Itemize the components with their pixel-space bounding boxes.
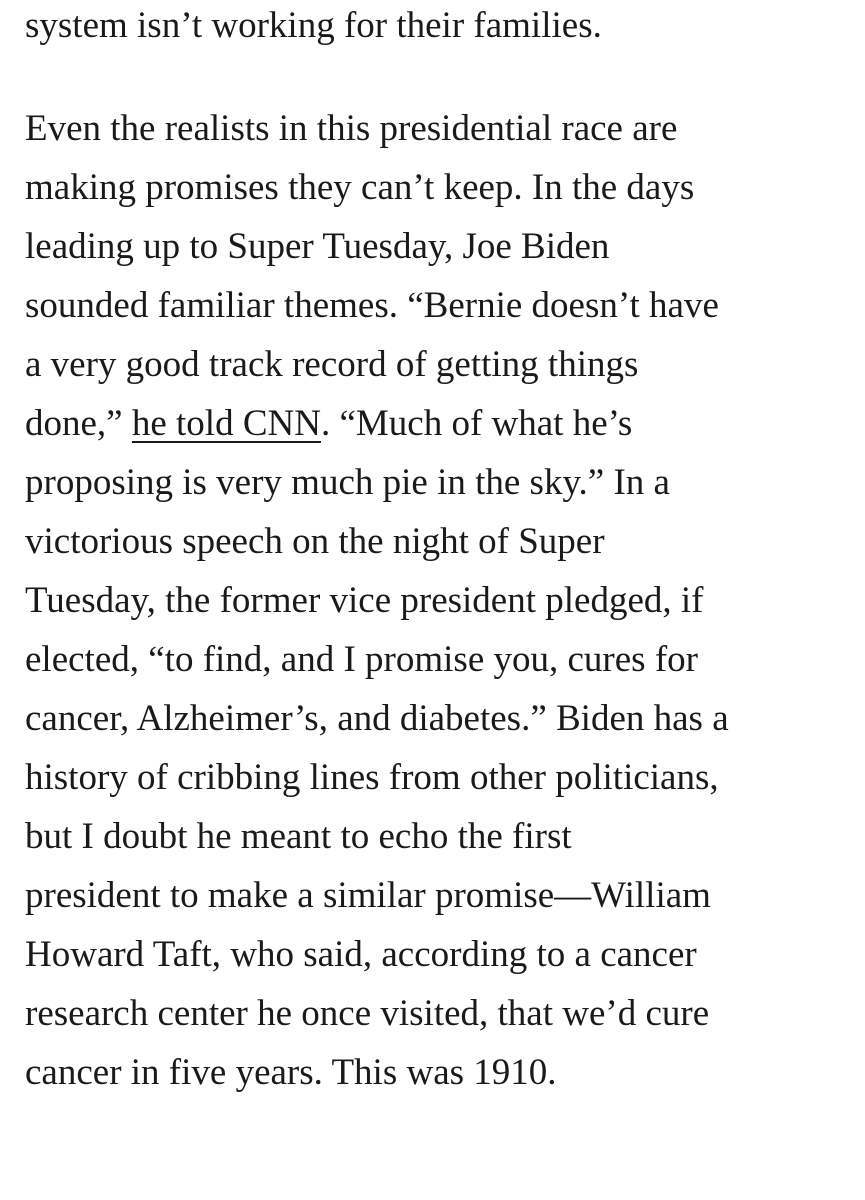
- text-line: making promises they can’t keep. In the …: [25, 167, 695, 208]
- text-line: victorious speech on the night of Super: [25, 521, 605, 562]
- text-line: Even the realists in this presidential r…: [25, 108, 678, 149]
- article-body: system isn’t working for their families.…: [25, 0, 855, 1102]
- text-line: president to make a similar promise—Will…: [25, 875, 711, 916]
- text-line: history of cribbing lines from other pol…: [25, 757, 719, 798]
- paragraph-1-last-line: system isn’t working for their families.: [25, 5, 602, 46]
- paragraph-2: Even the realists in this presidential r…: [25, 99, 855, 1102]
- text-line: but I doubt he meant to echo the first: [25, 816, 572, 857]
- text-segment: . “Much of what he’s: [320, 403, 633, 444]
- cnn-interview-link[interactable]: he told CNN: [132, 403, 321, 444]
- text-line: Howard Taft, who said, according to a ca…: [25, 934, 697, 975]
- text-segment: done,”: [25, 403, 132, 444]
- text-line: research center he once visited, that we…: [25, 993, 710, 1034]
- text-line: cancer, Alzheimer’s, and diabetes.” Bide…: [25, 698, 729, 739]
- text-line: cancer in five years. This was 1910.: [25, 1052, 557, 1093]
- text-line: elected, “to find, and I promise you, cu…: [25, 639, 698, 680]
- text-line-with-link: done,” he told CNN. “Much of what he’s: [25, 394, 855, 453]
- text-line: sounded familiar themes. “Bernie doesn’t…: [25, 285, 719, 326]
- text-line: proposing is very much pie in the sky.” …: [25, 462, 670, 503]
- text-line: Tuesday, the former vice president pledg…: [25, 580, 704, 621]
- text-line: a very good track record of getting thin…: [25, 344, 639, 385]
- text-line: leading up to Super Tuesday, Joe Biden: [25, 226, 610, 267]
